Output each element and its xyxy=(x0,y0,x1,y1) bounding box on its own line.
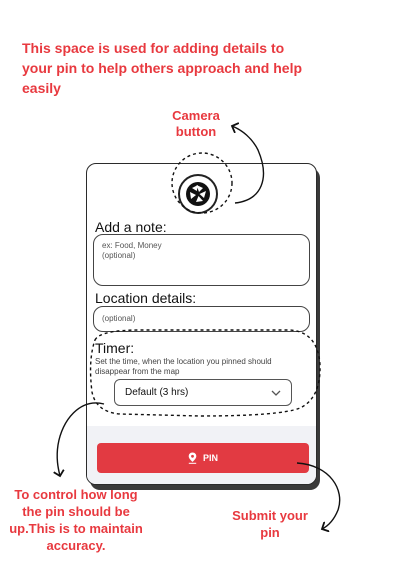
timer-arrow xyxy=(57,402,105,476)
timer-highlight xyxy=(89,329,321,417)
annotation-arrows xyxy=(0,0,341,572)
camera-highlight xyxy=(171,152,233,214)
submit-arrow xyxy=(296,462,341,529)
camera-arrow xyxy=(232,126,265,204)
